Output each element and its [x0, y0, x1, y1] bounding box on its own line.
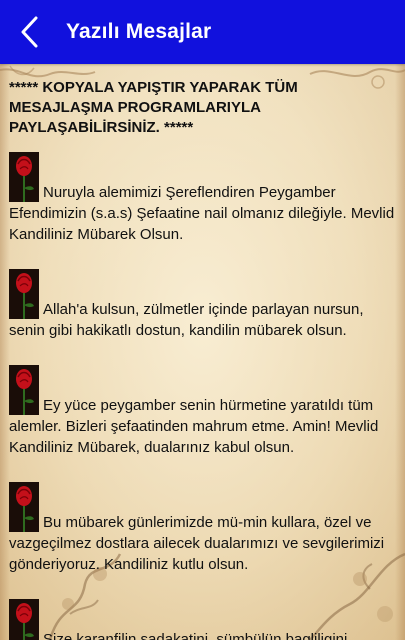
message-item[interactable]: Nuruyla alemimizi Şereflendiren Peygambe… [9, 152, 397, 245]
message-text: alemler. Bizleri şefaatinden mahrum etme… [9, 418, 379, 456]
chevron-left-icon [21, 16, 38, 48]
app-bar: Yazılı Mesajlar [0, 0, 405, 64]
rose-icon [9, 482, 39, 532]
message-text: Size karanfilin sadakatini, sümbülün bag… [43, 631, 352, 640]
rose-icon [9, 269, 39, 319]
rose-icon [9, 152, 39, 202]
message-item[interactable]: Ey yüce peygamber senin hürmetine yaratı… [9, 365, 397, 458]
back-button[interactable] [0, 0, 60, 64]
message-text: Nuruyla alemimizi Şereflendiren Peygambe… [43, 184, 336, 201]
message-item[interactable]: Bu mübarek günlerimizde mü-min kullara, … [9, 482, 397, 575]
message-item[interactable]: Size karanfilin sadakatini, sümbülün bag… [9, 599, 397, 640]
message-text: Bu mübarek günlerimizde mü-min kullara, … [43, 514, 372, 531]
message-text: vazgeçilmez dostlara ailecek dualarımızı… [9, 535, 385, 573]
message-text: Ey yüce peygamber senin hürmetine yaratı… [43, 397, 374, 414]
rose-icon [9, 365, 39, 415]
message-content: ***** KOPYALA YAPIŞTIR YAPARAK TÜM MESAJ… [0, 64, 405, 640]
message-item[interactable]: Allah'a kulsun, zülmetler içinde parlaya… [9, 269, 397, 341]
message-text: senin gibi hakikatlı dostun, kandilin mü… [9, 322, 347, 339]
message-list[interactable]: ***** KOPYALA YAPIŞTIR YAPARAK TÜM MESAJ… [0, 64, 405, 640]
message-text: Efendimizin (s.a.s) Şefaatine nail olman… [9, 205, 395, 243]
intro-text: ***** KOPYALA YAPIŞTIR YAPARAK TÜM MESAJ… [9, 79, 298, 136]
message-text: Allah'a kulsun, zülmetler içinde parlaya… [43, 301, 364, 318]
page-title: Yazılı Mesajlar [66, 20, 212, 43]
rose-icon [9, 599, 39, 640]
